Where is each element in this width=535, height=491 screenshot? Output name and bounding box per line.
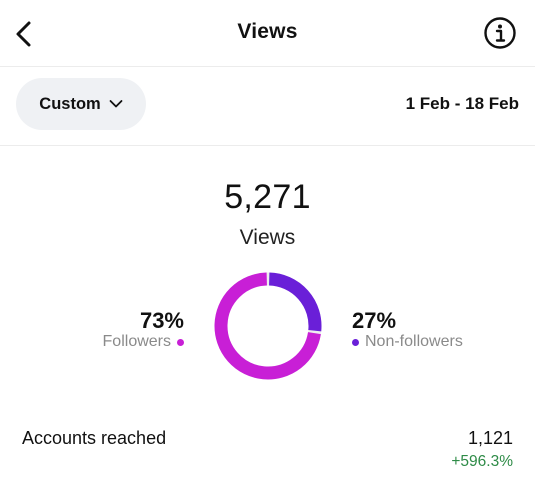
divider [0, 66, 535, 67]
info-icon [484, 17, 516, 49]
non-followers-percent: 27% [352, 308, 397, 333]
accounts-reached-change: +596.3% [451, 453, 513, 470]
page-title: Views [237, 20, 298, 43]
non-followers-arc [268, 272, 322, 332]
filter-label: Custom [39, 94, 101, 113]
audience-donut-chart [214, 272, 322, 380]
followers-legend: Followers [103, 333, 184, 351]
chevron-down-icon [109, 100, 123, 108]
total-views-value: 5,271 [224, 178, 311, 216]
accounts-reached-value: 1,121 [467, 428, 513, 448]
followers-percent: 73% [139, 308, 184, 333]
top-bar: Views [0, 0, 535, 66]
info-button[interactable] [483, 16, 517, 50]
divider [0, 145, 535, 146]
followers-label: Followers [102, 333, 171, 350]
date-filter-button[interactable]: Custom [16, 78, 146, 130]
date-range: 1 Feb - 18 Feb [405, 94, 519, 113]
accounts-reached-label: Accounts reached [22, 428, 167, 448]
non-followers-dot-icon [352, 338, 359, 346]
non-followers-legend: Non-followers [352, 333, 463, 351]
followers-dot-icon [177, 338, 184, 346]
non-followers-label: Non-followers [365, 333, 463, 350]
total-views-label: Views [239, 226, 296, 249]
